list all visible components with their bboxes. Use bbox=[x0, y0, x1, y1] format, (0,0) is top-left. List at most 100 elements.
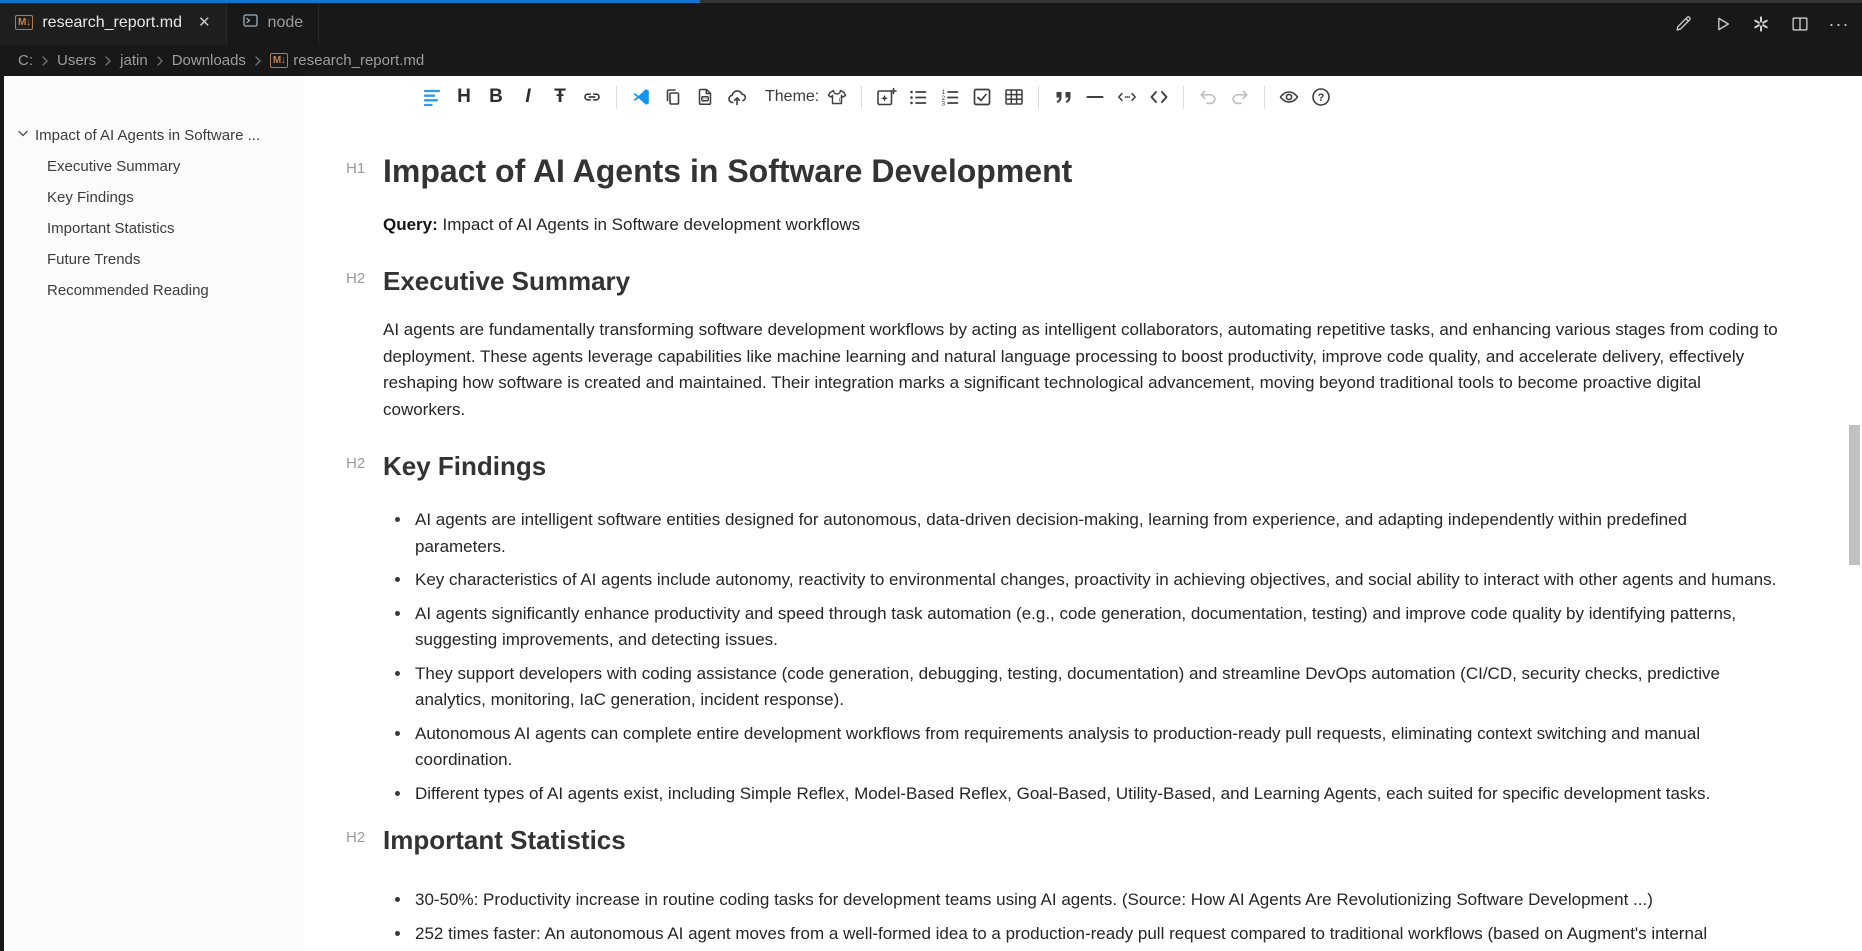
editor-actions: ··· bbox=[1672, 3, 1850, 45]
svg-text:?: ? bbox=[1318, 92, 1325, 104]
openai-icon[interactable] bbox=[1750, 13, 1772, 35]
theme-icon[interactable]: 0 bbox=[825, 85, 849, 109]
list-item: 30-50%: Productivity increase in routine… bbox=[383, 887, 1780, 914]
tab-node[interactable]: node bbox=[227, 0, 320, 45]
inline-code-icon[interactable] bbox=[1115, 85, 1139, 109]
document-title: Impact of AI Agents in Software Developm… bbox=[383, 151, 1072, 191]
outline-item-future-trends[interactable]: Future Trends bbox=[4, 244, 304, 274]
svg-text:0: 0 bbox=[839, 97, 843, 104]
h1-gutter-label: H1 bbox=[346, 151, 383, 177]
tab-strip: M↓ research_report.md ✕ node bbox=[0, 0, 1862, 45]
h2-gutter-label: H2 bbox=[346, 823, 383, 846]
help-icon[interactable]: ? bbox=[1309, 85, 1333, 109]
edit-pencil-icon[interactable] bbox=[1672, 13, 1694, 35]
list-item: Different types of AI agents exist, incl… bbox=[383, 781, 1780, 808]
query-line: Query: Impact of AI Agents in Software d… bbox=[383, 212, 1780, 238]
top-border-line bbox=[700, 0, 1862, 3]
breadcrumb-users[interactable]: Users bbox=[57, 52, 96, 69]
close-icon[interactable]: ✕ bbox=[198, 15, 211, 30]
breadcrumb-jatin[interactable]: jatin bbox=[120, 52, 148, 69]
code-block-icon[interactable] bbox=[1147, 85, 1171, 109]
section-heading-important-statistics: Important Statistics bbox=[383, 823, 626, 857]
important-statistics-list: 30-50%: Productivity increase in routine… bbox=[383, 887, 1780, 947]
key-findings-list: AI agents are intelligent software entit… bbox=[383, 507, 1780, 807]
section-heading-row: H2 Executive Summary bbox=[304, 264, 1848, 298]
table-icon[interactable] bbox=[1002, 85, 1026, 109]
numbered-list-icon[interactable]: 1 2 3 bbox=[938, 85, 962, 109]
horizontal-rule-icon[interactable] bbox=[1083, 85, 1107, 109]
top-accent-line bbox=[0, 0, 700, 3]
run-icon[interactable] bbox=[1711, 13, 1733, 35]
toolbar-separator bbox=[1038, 86, 1039, 109]
breadcrumb-file[interactable]: research_report.md bbox=[293, 52, 424, 69]
more-actions-icon[interactable]: ··· bbox=[1828, 13, 1850, 35]
vertical-scrollbar-thumb[interactable] bbox=[1849, 425, 1860, 565]
checkbox-icon[interactable] bbox=[970, 85, 994, 109]
cloud-upload-icon[interactable] bbox=[725, 85, 749, 109]
strikethrough-icon[interactable]: Ŧ bbox=[548, 85, 572, 109]
outline-item-recommended-reading[interactable]: Recommended Reading bbox=[4, 275, 304, 305]
theme-label: Theme: bbox=[765, 88, 819, 106]
h2-gutter-label: H2 bbox=[346, 449, 383, 472]
outline-item-important-statistics[interactable]: Important Statistics bbox=[4, 213, 304, 243]
toolbar-separator bbox=[1183, 86, 1184, 109]
copy-markdown-icon[interactable] bbox=[693, 85, 717, 109]
split-editor-icon[interactable] bbox=[1789, 13, 1811, 35]
insert-image-icon[interactable] bbox=[874, 85, 898, 109]
breadcrumb-drive[interactable]: C: bbox=[18, 52, 33, 69]
markdown-editor: H B I Ŧ bbox=[304, 76, 1862, 951]
query-text: Impact of AI Agents in Software developm… bbox=[443, 215, 861, 234]
link-icon[interactable] bbox=[580, 85, 604, 109]
vscode-icon[interactable] bbox=[629, 85, 653, 109]
list-item: Autonomous AI agents can complete entire… bbox=[383, 721, 1780, 774]
executive-summary-paragraph: AI agents are fundamentally transforming… bbox=[383, 317, 1780, 423]
quote-icon[interactable] bbox=[1051, 85, 1075, 109]
outline-item-key-findings[interactable]: Key Findings bbox=[4, 182, 304, 212]
tab-research-report[interactable]: M↓ research_report.md ✕ bbox=[0, 0, 227, 45]
markdown-file-icon: M↓ bbox=[15, 15, 33, 30]
bold-icon[interactable]: B bbox=[484, 85, 508, 109]
breadcrumb: C: Users jatin Downloads M↓ research_rep… bbox=[0, 45, 1862, 76]
markdown-file-icon: M↓ bbox=[270, 53, 288, 68]
list-item: They support developers with coding assi… bbox=[383, 661, 1780, 714]
section-heading-executive-summary: Executive Summary bbox=[383, 264, 630, 298]
toolbar-separator bbox=[616, 86, 617, 109]
outline-root-label: Impact of AI Agents in Software ... bbox=[35, 127, 260, 144]
document-title-row: H1 Impact of AI Agents in Software Devel… bbox=[304, 151, 1848, 191]
copy-icon[interactable] bbox=[661, 85, 685, 109]
tabs: M↓ research_report.md ✕ node bbox=[0, 0, 1862, 45]
document-preview: H1 Impact of AI Agents in Software Devel… bbox=[304, 118, 1848, 951]
list-item: AI agents significantly enhance producti… bbox=[383, 601, 1780, 654]
tab-label: research_report.md bbox=[42, 14, 182, 32]
breadcrumb-downloads[interactable]: Downloads bbox=[172, 52, 246, 69]
heading-icon[interactable]: H bbox=[452, 85, 476, 109]
tab-label: node bbox=[268, 14, 304, 32]
chevron-right-icon bbox=[154, 53, 166, 69]
query-label: Query: bbox=[383, 215, 438, 234]
list-item: AI agents are intelligent software entit… bbox=[383, 507, 1780, 560]
chevron-right-icon bbox=[102, 53, 114, 69]
toolbar-separator bbox=[1264, 86, 1265, 109]
list-item: Key characteristics of AI agents include… bbox=[383, 567, 1780, 594]
chevron-down-icon bbox=[16, 126, 30, 144]
toolbar-separator bbox=[861, 86, 862, 109]
section-heading-row: H2 Key Findings bbox=[304, 449, 1848, 483]
section-heading-key-findings: Key Findings bbox=[383, 449, 546, 483]
outline-root-item[interactable]: Impact of AI Agents in Software ... bbox=[4, 120, 304, 150]
section-heading-row: H2 Important Statistics bbox=[304, 823, 1848, 857]
chevron-right-icon bbox=[252, 53, 264, 69]
list-item: 252 times faster: An autonomous AI agent… bbox=[383, 921, 1780, 948]
svg-text:3: 3 bbox=[942, 101, 946, 108]
outline-item-executive-summary[interactable]: Executive Summary bbox=[4, 151, 304, 181]
redo-icon[interactable] bbox=[1228, 85, 1252, 109]
chevron-right-icon bbox=[39, 53, 51, 69]
headings-outline-icon[interactable] bbox=[420, 85, 444, 109]
markdown-toolbar: H B I Ŧ bbox=[304, 76, 1862, 118]
h2-gutter-label: H2 bbox=[346, 264, 383, 287]
terminal-icon bbox=[242, 12, 259, 34]
italic-icon[interactable]: I bbox=[516, 85, 540, 109]
preview-eye-icon[interactable] bbox=[1277, 85, 1301, 109]
outline-sidebar: Impact of AI Agents in Software ... Exec… bbox=[4, 76, 304, 951]
undo-icon[interactable] bbox=[1196, 85, 1220, 109]
bullet-list-icon[interactable] bbox=[906, 85, 930, 109]
